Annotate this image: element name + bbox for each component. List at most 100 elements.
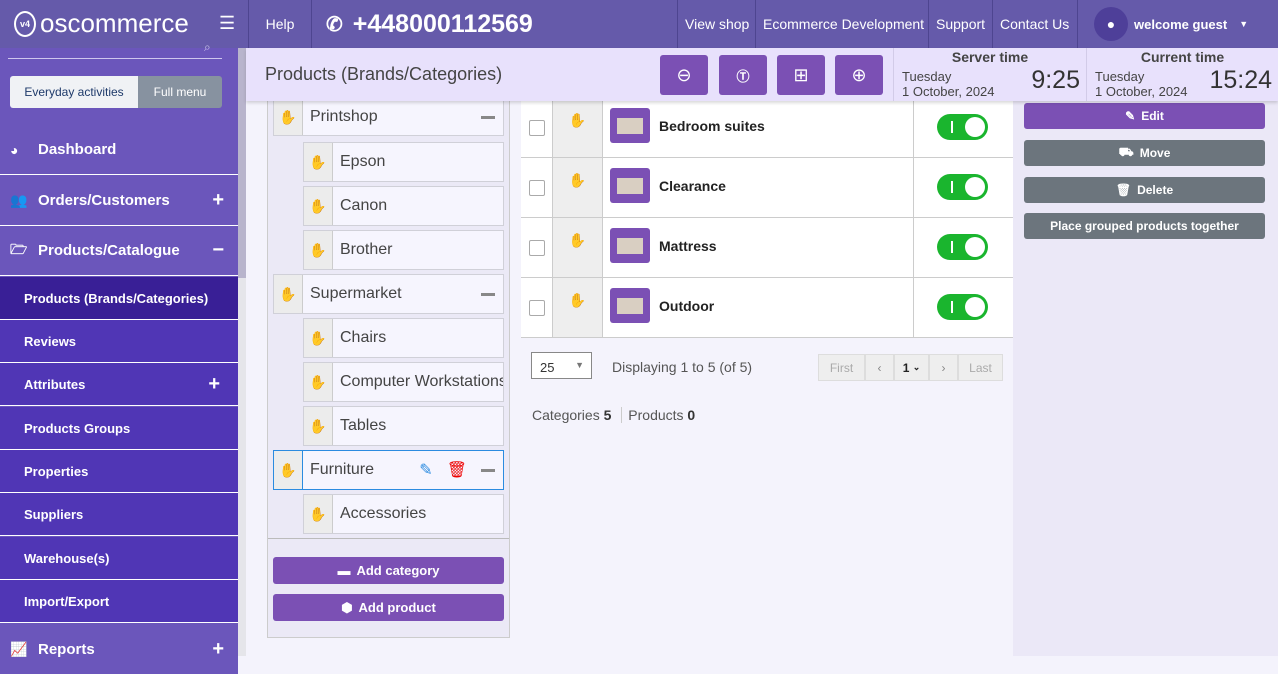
page-title: Products (Brands/Categories) xyxy=(265,64,503,84)
sidebar-item-suppliers[interactable]: Suppliers xyxy=(0,493,238,536)
drag-handle-icon[interactable]: ✋ xyxy=(274,275,303,313)
view-shop-link[interactable]: View shop xyxy=(677,0,756,48)
drag-handle-icon[interactable]: ✋ xyxy=(304,407,333,445)
status-toggle[interactable] xyxy=(937,294,988,320)
drag-handle-icon[interactable]: ✋ xyxy=(553,98,603,157)
tree-node[interactable]: ✋ Printshop xyxy=(273,98,504,136)
chart-line-icon: 📈 xyxy=(10,640,28,657)
trash-icon[interactable]: 🗑 xyxy=(447,460,467,480)
row-checkbox[interactable] xyxy=(529,300,545,316)
full-menu-toggle[interactable]: Full menu xyxy=(138,76,222,108)
sidebar-item-orders-customers[interactable]: 👥 Orders/Customers + xyxy=(0,176,238,226)
everyday-activities-toggle[interactable]: Everyday activities xyxy=(10,76,138,108)
dashboard-icon: ◕ xyxy=(10,141,19,158)
drag-handle-icon[interactable]: ✋ xyxy=(304,231,333,269)
tree-node[interactable]: ✋ Furniture ✎ 🗑 xyxy=(273,450,504,490)
remove-product-icon[interactable]: ⊖ xyxy=(660,55,708,95)
category-table: ✋ Bedroom suites ✋ Clearance ✋ Mattress … xyxy=(521,98,1013,338)
expand-plus-icon[interactable]: + xyxy=(212,189,224,212)
cube-icon: ⬢ xyxy=(341,599,353,615)
status-toggle[interactable] xyxy=(937,114,988,140)
prev-page-button[interactable]: ‹ xyxy=(865,354,894,381)
page-select[interactable]: 1 ⌄ xyxy=(894,354,929,381)
add-grid-icon[interactable]: ⊞ xyxy=(777,55,825,95)
folder-icon: ▬ xyxy=(337,563,351,578)
sidebar-item-dashboard[interactable]: ◕ Dashboard xyxy=(0,125,238,175)
search-icon[interactable]: ⌕ xyxy=(204,40,211,55)
tree-node[interactable]: ✋ Epson xyxy=(303,142,504,182)
per-page-select[interactable]: 25 ▼ xyxy=(531,352,592,379)
tree-node[interactable]: ✋ Computer Workstations xyxy=(303,362,504,402)
sidebar-item-attributes[interactable]: Attributes + xyxy=(0,363,238,406)
drag-handle-icon[interactable]: ✋ xyxy=(274,451,303,489)
tree-node[interactable]: ✋ Canon xyxy=(303,186,504,226)
sidebar-item-products-catalogue[interactable]: 🗁 Products/Catalogue − xyxy=(0,226,238,276)
next-page-button[interactable]: › xyxy=(929,354,958,381)
current-time: Current time Tuesday 1 October, 2024 15:2… xyxy=(1086,48,1278,101)
table-row[interactable]: ✋ Outdoor xyxy=(521,278,1013,338)
status-toggle[interactable] xyxy=(937,174,988,200)
move-button[interactable]: ⛟ Move xyxy=(1024,140,1265,166)
table-row[interactable]: ✋ Clearance xyxy=(521,158,1013,218)
hamburger-icon[interactable]: ☰ xyxy=(219,13,235,34)
sidebar-scrollbar-thumb[interactable] xyxy=(238,48,246,278)
last-page-button[interactable]: Last xyxy=(958,354,1003,381)
tree-node[interactable]: ✋ Accessories xyxy=(303,494,504,534)
sidebar-item-reviews[interactable]: Reviews xyxy=(0,320,238,363)
row-checkbox[interactable] xyxy=(529,120,545,136)
status-toggle[interactable] xyxy=(937,234,988,260)
drag-handle-icon[interactable]: ✋ xyxy=(304,319,333,357)
drag-handle-icon[interactable]: ✋ xyxy=(304,143,333,181)
users-icon: 👥 xyxy=(10,192,28,208)
tree-node[interactable]: ✋ Brother xyxy=(303,230,504,270)
delete-button[interactable]: 🗑 Delete xyxy=(1024,177,1265,203)
sidebar-item-import-export[interactable]: Import/Export xyxy=(0,580,238,623)
tree-node[interactable]: ✋ Supermarket xyxy=(273,274,504,314)
drag-handle-icon[interactable]: ✋ xyxy=(304,187,333,225)
collapse-minus-icon[interactable] xyxy=(481,292,495,296)
tree-node[interactable]: ✋ Tables xyxy=(303,406,504,446)
drag-handle-icon[interactable]: ✋ xyxy=(553,278,603,337)
pencil-icon[interactable]: ✎ xyxy=(419,460,432,480)
displaying-text: Displaying 1 to 5 (of 5) xyxy=(612,359,753,375)
expand-plus-icon[interactable]: + xyxy=(208,373,220,396)
drag-handle-icon[interactable]: ✋ xyxy=(304,495,333,533)
table-row[interactable]: ✋ Bedroom suites xyxy=(521,98,1013,158)
add-product-icon[interactable]: ⊕ xyxy=(835,55,883,95)
contact-us-link[interactable]: Contact Us xyxy=(992,0,1076,48)
expand-plus-icon[interactable]: + xyxy=(212,638,224,661)
edit-button[interactable]: ✎ Edit xyxy=(1024,103,1265,129)
add-product-button[interactable]: ⬢ Add product xyxy=(273,594,504,621)
ecommerce-development-link[interactable]: Ecommerce Development xyxy=(755,0,931,48)
phone-number[interactable]: ✆ +448000112569 xyxy=(311,0,677,48)
sidebar-item-products-brands-categories[interactable]: Products (Brands/Categories) xyxy=(0,277,238,320)
support-link[interactable]: Support xyxy=(928,0,992,48)
sidebar-item-properties[interactable]: Properties xyxy=(0,450,238,493)
tree-node[interactable]: ✋ Chairs xyxy=(303,318,504,358)
sidebar-item-reports[interactable]: 📈 Reports + xyxy=(0,624,238,674)
drag-handle-icon[interactable]: ✋ xyxy=(274,99,303,135)
drag-handle-icon[interactable]: ✋ xyxy=(304,363,333,401)
collapse-minus-icon[interactable]: − xyxy=(212,239,224,262)
truck-icon: ⛟ xyxy=(1118,145,1134,159)
collapse-minus-icon[interactable] xyxy=(481,468,495,472)
collapse-minus-icon[interactable] xyxy=(481,115,495,119)
logo[interactable]: v4 oscommerce xyxy=(14,8,189,39)
help-link[interactable]: Help xyxy=(248,0,311,48)
drag-handle-icon[interactable]: ✋ xyxy=(553,218,603,277)
category-thumbnail xyxy=(610,108,650,143)
add-brand-icon[interactable]: Ⓣ xyxy=(719,55,767,95)
place-grouped-products-button[interactable]: Place grouped products together xyxy=(1024,213,1265,239)
add-category-button[interactable]: ▬ Add category xyxy=(273,557,504,584)
table-row[interactable]: ✋ Mattress xyxy=(521,218,1013,278)
sidebar-item-warehouses[interactable]: Warehouse(s) xyxy=(0,537,238,580)
sidebar-search-input[interactable] xyxy=(8,58,222,59)
sidebar-item-products-groups[interactable]: Products Groups xyxy=(0,407,238,450)
category-thumbnail xyxy=(610,228,650,263)
caret-down-icon: ▼ xyxy=(575,360,584,370)
row-checkbox[interactable] xyxy=(529,180,545,196)
first-page-button[interactable]: First xyxy=(818,354,865,381)
row-checkbox[interactable] xyxy=(529,240,545,256)
drag-handle-icon[interactable]: ✋ xyxy=(553,158,603,217)
user-menu[interactable]: ● welcome guest ▼ xyxy=(1077,0,1278,48)
